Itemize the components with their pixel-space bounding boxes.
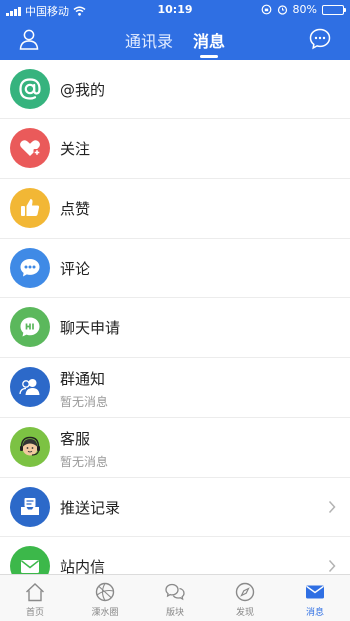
chat-bubbles-icon (165, 583, 185, 601)
top-navigation-bar: 通讯录 消息 (0, 20, 350, 60)
tab-lishui-circle[interactable]: 溧水圈 (70, 575, 140, 621)
alarm-icon (277, 5, 287, 15)
tab-label: 发现 (235, 608, 254, 618)
list-item-title: 评论 (60, 259, 91, 278)
list-item-title: 站内信 (60, 558, 106, 574)
message-list: @我的 关注 点赞 评论 聊天申请 群通知 暂无消息 客服 暂无消息 推送记录 … (0, 60, 350, 574)
list-item-title: 推送记录 (60, 498, 121, 517)
status-bar: 中国移动 10:19 80% (0, 0, 350, 20)
list-item-comments[interactable]: 评论 (0, 239, 350, 299)
envelope-icon (10, 546, 50, 574)
at-icon (10, 69, 50, 109)
inbox-icon (10, 486, 50, 527)
list-item-site-mail[interactable]: 站内信 (0, 537, 350, 574)
group-icon (10, 367, 50, 407)
list-item-subtitle: 暂无消息 (60, 454, 109, 469)
list-item-chat-request[interactable]: 聊天申请 (0, 298, 350, 358)
list-item-mentions[interactable]: @我的 (0, 60, 350, 119)
tab-label: 版块 (165, 608, 184, 618)
list-item-push-records[interactable]: 推送记录 (0, 478, 350, 538)
list-item-subtitle: 暂无消息 (60, 395, 109, 409)
tab-contacts[interactable]: 通讯录 (125, 28, 173, 58)
chevron-right-icon (328, 560, 336, 573)
tab-discover[interactable]: 发现 (210, 575, 280, 621)
tab-messages[interactable]: 消息 (193, 28, 225, 58)
list-item-title: 点赞 (60, 199, 91, 218)
tab-label: 消息 (305, 608, 324, 618)
list-item-customer-service[interactable]: 客服 暂无消息 (0, 418, 350, 478)
bottom-tab-bar: 首页 溧水圈 版块 发现 消息 (0, 574, 350, 621)
thumbs-up-icon (10, 187, 50, 228)
list-item-title: 关注 (60, 140, 91, 158)
mail-icon (306, 585, 324, 599)
heart-plus-icon (10, 128, 50, 168)
tab-label: 首页 (25, 608, 44, 618)
list-item-follow[interactable]: 关注 (0, 119, 350, 179)
tab-label: 溧水圈 (91, 608, 119, 618)
battery-icon (322, 4, 346, 15)
list-item-title: @我的 (60, 81, 106, 99)
rotation-lock-icon (261, 4, 271, 15)
home-icon (26, 583, 44, 602)
comment-icon (10, 247, 50, 288)
compass-icon (235, 582, 255, 602)
chat-bubble-icon[interactable] (308, 27, 332, 51)
hi-icon (10, 307, 50, 348)
list-item-title: 聊天申请 (60, 319, 121, 338)
list-item-title: 客服 (60, 429, 91, 448)
list-item-title: 群通知 (60, 370, 106, 388)
status-right: 80% (261, 3, 346, 16)
chevron-right-icon (328, 500, 336, 513)
customer-service-icon (10, 426, 50, 467)
tab-messages-bottom[interactable]: 消息 (280, 575, 350, 621)
header-tabs: 通讯录 消息 (0, 28, 350, 58)
tab-boards[interactable]: 版块 (140, 575, 210, 621)
tab-home[interactable]: 首页 (0, 575, 70, 621)
list-item-group-notice[interactable]: 群通知 暂无消息 (0, 358, 350, 418)
circle-icon (95, 582, 115, 602)
battery-percent: 80% (292, 3, 317, 16)
list-item-likes[interactable]: 点赞 (0, 179, 350, 239)
